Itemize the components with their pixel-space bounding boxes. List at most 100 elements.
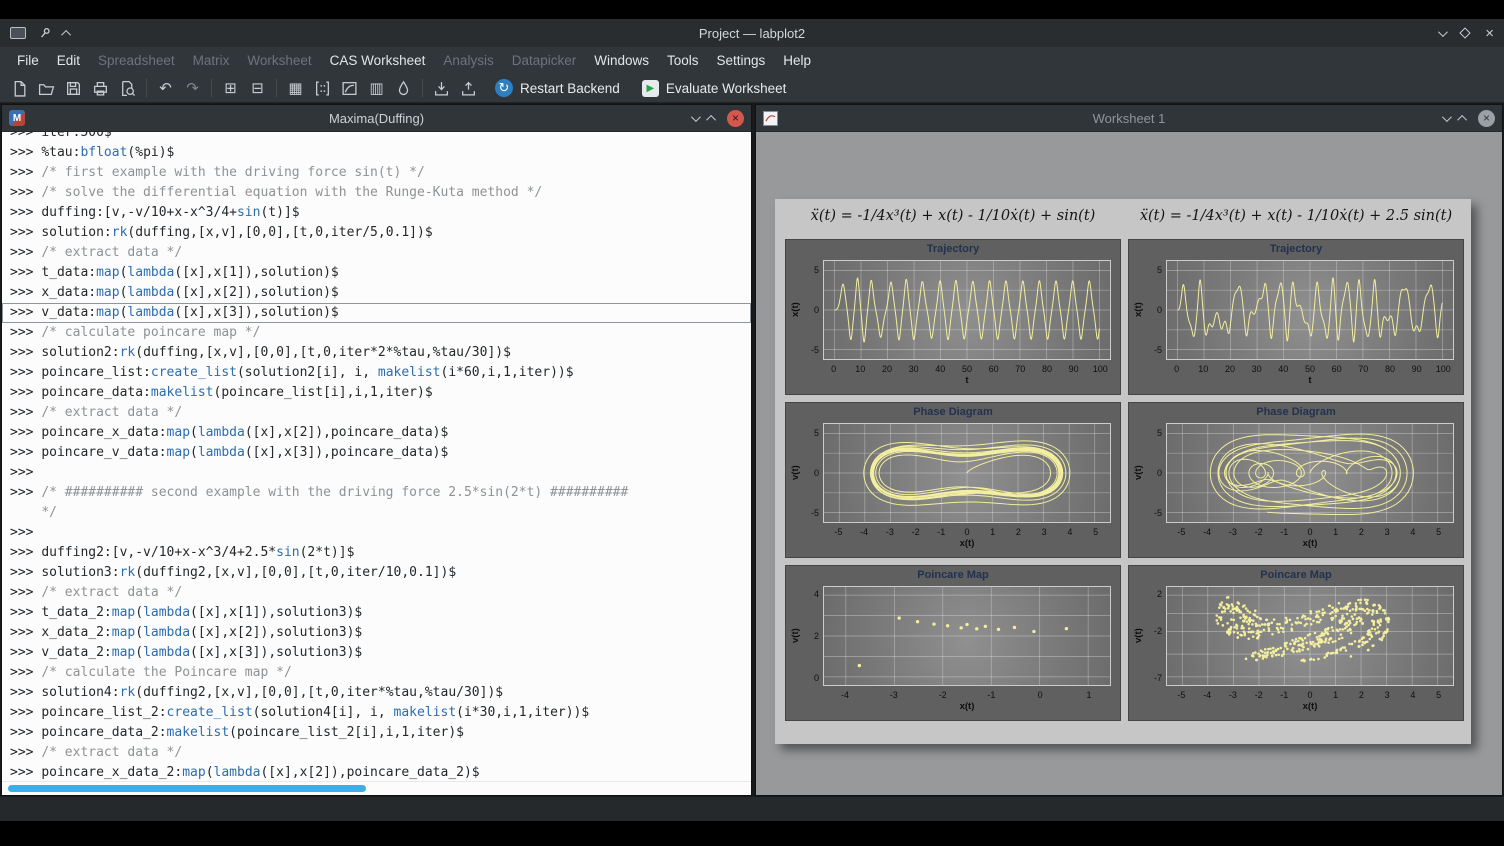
open-document-icon[interactable]: [33, 76, 60, 100]
minimize-icon[interactable]: [1438, 27, 1448, 37]
toolbar-separator: [422, 79, 423, 97]
x-tick-label: 60: [1322, 364, 1352, 374]
code-line[interactable]: >>> poincare_x_data_2:map(lambda([x],x[2…: [2, 763, 751, 781]
equation-label-2: ẍ(t) = -1/4x³(t) + x(t) - 1/10ẋ(t) + 2.5…: [1128, 208, 1464, 224]
menu-tools[interactable]: Tools: [658, 49, 708, 72]
restart-backend-button[interactable]: ↻ Restart Backend: [486, 77, 629, 99]
code-line[interactable]: >>> /* extract data */: [2, 583, 751, 603]
menu-windows[interactable]: Windows: [585, 49, 658, 72]
code-line[interactable]: >>> duffing2:[v,-v/10+x-x^3/4+2.5*sin(2*…: [2, 543, 751, 563]
x-tick-label: 30: [899, 364, 929, 374]
cas-close-icon[interactable]: ×: [727, 110, 744, 127]
code-line[interactable]: >>> /* extract data */: [2, 243, 751, 263]
code-line[interactable]: >>> /* solve the differential equation w…: [2, 183, 751, 203]
worksheet-window-title: Worksheet 1: [756, 111, 1502, 126]
import-data-icon[interactable]: [428, 76, 455, 100]
menu-edit[interactable]: Edit: [48, 49, 89, 72]
plot-trajectory-2[interactable]: Trajectory50-50102030405060708090100x(t)…: [1128, 239, 1464, 395]
code-line[interactable]: >>> solution:rk(duffing,[x,v],[0,0],[t,0…: [2, 223, 751, 243]
code-line[interactable]: >>> iter:500$: [2, 132, 751, 143]
cas-editor[interactable]: >>> iter:500$>>> %tau:bfloat(%pi)$>>> /*…: [2, 132, 751, 781]
x-tick-label: 100: [1085, 364, 1115, 374]
code-line[interactable]: >>> /* calculate poincare map */: [2, 323, 751, 343]
worksheet-close-icon[interactable]: ×: [1478, 110, 1495, 127]
worksheet-page[interactable]: ẍ(t) = -1/4x³(t) + x(t) - 1/10ẋ(t) + sin…: [775, 199, 1471, 744]
x-tick-label: 40: [1268, 364, 1298, 374]
worksheet-canvas[interactable]: ẍ(t) = -1/4x³(t) + x(t) - 1/10ẋ(t) + sin…: [756, 132, 1502, 795]
plot-area: [1166, 423, 1454, 523]
x-tick-label: 80: [1375, 364, 1405, 374]
insert-text-entry-icon[interactable]: ⊟: [244, 76, 271, 100]
code-line[interactable]: >>> poincare_list:create_list(solution2[…: [2, 363, 751, 383]
print-icon[interactable]: [87, 76, 114, 100]
code-line[interactable]: >>>: [2, 463, 751, 483]
cas-window-titlebar[interactable]: M Maxima(Duffing) ×: [2, 105, 751, 132]
x-tick-label: 10: [1188, 364, 1218, 374]
menu-help[interactable]: Help: [774, 49, 820, 72]
code-line[interactable]: >>> v_data_2:map(lambda([x],x[3]),soluti…: [2, 643, 751, 663]
code-line[interactable]: >>> t_data:map(lambda([x],x[1]),solution…: [2, 263, 751, 283]
code-line[interactable]: >>> /* ########## second example with th…: [2, 483, 751, 503]
menu-file[interactable]: File: [8, 49, 48, 72]
evaluate-worksheet-button[interactable]: ▶ Evaluate Worksheet: [633, 78, 796, 99]
maximize-icon[interactable]: [1460, 27, 1471, 38]
plot-phase-2[interactable]: Phase Diagram50-5-5-4-3-2-1012345v(t)x(t…: [1128, 402, 1464, 558]
menu-datapicker: Datapicker: [503, 49, 586, 72]
code-line[interactable]: >>> t_data_2:map(lambda([x],x[1]),soluti…: [2, 603, 751, 623]
code-line[interactable]: >>> x_data_2:map(lambda([x],x[2]),soluti…: [2, 623, 751, 643]
code-line[interactable]: >>> poincare_data:makelist(poincare_list…: [2, 383, 751, 403]
code-line[interactable]: >>> duffing:[v,-v/10+x-x^3/4+sin(t)]$: [2, 203, 751, 223]
restart-backend-label: Restart Backend: [520, 81, 620, 96]
code-line[interactable]: >>> solution3:rk(duffing2,[x,v],[0,0],[t…: [2, 563, 751, 583]
x-tick-label: 70: [1348, 364, 1378, 374]
close-icon[interactable]: ×: [1485, 26, 1494, 41]
cas-horizontal-scrollbar[interactable]: [2, 781, 751, 795]
plot-poincare-2[interactable]: Poincare Map2-2-7-5-4-3-2-1012345v(t)x(t…: [1128, 565, 1464, 721]
code-line[interactable]: >>> /* calculate the Poincare map */: [2, 663, 751, 683]
menu-worksheet: Worksheet: [238, 49, 320, 72]
cas-restore-icon[interactable]: [706, 114, 716, 124]
code-line[interactable]: >>> x_data:map(lambda([x],x[2]),solution…: [2, 283, 751, 303]
plot-trajectory-1[interactable]: Trajectory50-50102030405060708090100x(t)…: [785, 239, 1121, 395]
scrollbar-thumb[interactable]: [8, 785, 366, 792]
code-line[interactable]: >>> poincare_data_2:makelist(poincare_li…: [2, 723, 751, 743]
code-line[interactable]: >>> /* extract data */: [2, 403, 751, 423]
worksheet-minimize-icon[interactable]: [1442, 112, 1452, 122]
x-axis-label: t: [823, 375, 1111, 386]
code-line-current[interactable]: >>> v_data:map(lambda([x],x[3]),solution…: [2, 303, 751, 323]
new-document-icon[interactable]: [6, 76, 33, 100]
insert-command-entry-icon[interactable]: ⊞: [217, 76, 244, 100]
x-tick-label: 50: [952, 364, 982, 374]
y-axis-label: x(t): [1132, 260, 1145, 360]
code-line[interactable]: >>> poincare_x_data:map(lambda([x],x[2])…: [2, 423, 751, 443]
code-line[interactable]: >>> solution2:rk(duffing,[x,v],[0,0],[t,…: [2, 343, 751, 363]
code-line[interactable]: */: [2, 503, 751, 523]
cas-minimize-icon[interactable]: [691, 112, 701, 122]
undo-icon[interactable]: ↶: [152, 76, 179, 100]
redo-icon[interactable]: ↷: [179, 76, 206, 100]
save-document-icon[interactable]: [60, 76, 87, 100]
x-tick-label: 80: [1032, 364, 1062, 374]
x-tick-label: 30: [1242, 364, 1272, 374]
new-worksheet-icon[interactable]: [336, 76, 363, 100]
worksheet-window-titlebar[interactable]: Worksheet 1 ×: [756, 105, 1502, 132]
export-data-icon[interactable]: [455, 76, 482, 100]
new-note-icon[interactable]: ▥: [363, 76, 390, 100]
new-spreadsheet-icon[interactable]: ▦: [282, 76, 309, 100]
code-line[interactable]: >>> /* extract data */: [2, 743, 751, 763]
print-preview-icon[interactable]: [114, 76, 141, 100]
new-matrix-icon[interactable]: [309, 76, 336, 100]
plot-phase-1[interactable]: Phase Diagram50-5-5-4-3-2-1012345v(t)x(t…: [785, 402, 1121, 558]
code-line[interactable]: >>> solution4:rk(duffing2,[x,v],[0,0],[t…: [2, 683, 751, 703]
code-line[interactable]: >>> /* first example with the driving fo…: [2, 163, 751, 183]
code-line[interactable]: >>> poincare_list_2:create_list(solution…: [2, 703, 751, 723]
menu-settings[interactable]: Settings: [708, 49, 775, 72]
code-line[interactable]: >>>: [2, 523, 751, 543]
menu-cas-worksheet[interactable]: CAS Worksheet: [321, 49, 435, 72]
color-pen-icon[interactable]: [390, 76, 417, 100]
worksheet-restore-icon[interactable]: [1457, 114, 1467, 124]
code-line[interactable]: >>> poincare_v_data:map(lambda([x],x[3])…: [2, 443, 751, 463]
plot-poincare-1[interactable]: Poincare Map420-4-3-2-101v(t)x(t): [785, 565, 1121, 721]
window-titlebar[interactable]: Project — labplot2 ×: [0, 19, 1504, 47]
code-line[interactable]: >>> %tau:bfloat(%pi)$: [2, 143, 751, 163]
